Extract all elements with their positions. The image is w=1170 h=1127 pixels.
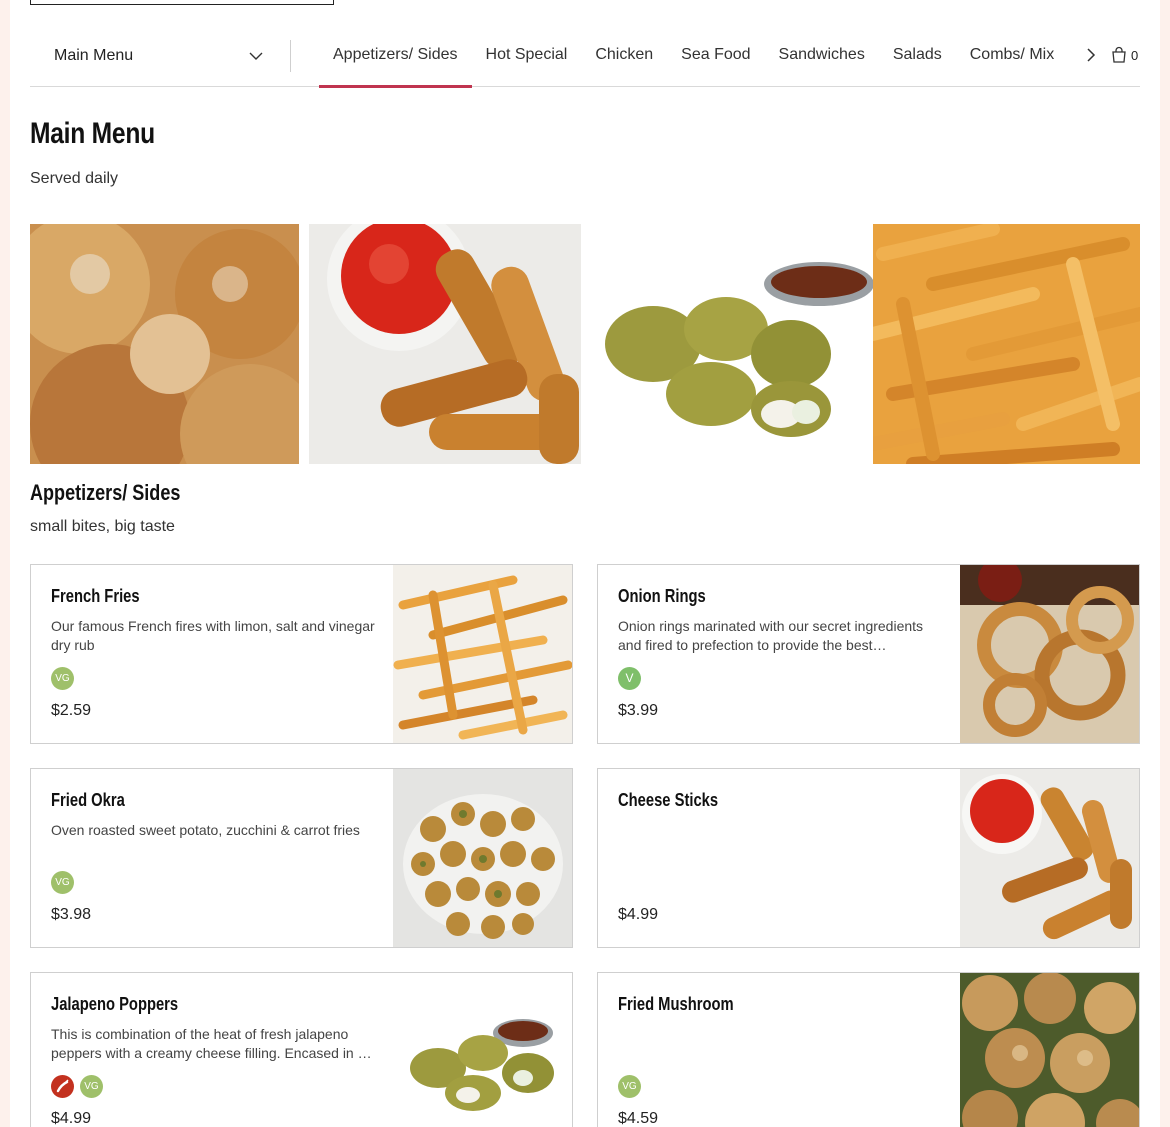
chili-pepper-icon (51, 1075, 74, 1098)
item-price: $3.98 (51, 906, 92, 923)
item-price: $4.99 (51, 1110, 92, 1127)
nav-divider (290, 40, 291, 72)
item-badges: VG (618, 1075, 641, 1098)
item-image (960, 565, 1139, 743)
item-name: Jalapeno Poppers (51, 994, 179, 1014)
item-image (960, 973, 1139, 1127)
menu-item-card[interactable]: Cheese Sticks $4.99 (597, 768, 1140, 948)
menu-selector-dropdown[interactable]: Main Menu (54, 44, 264, 68)
page: Main Menu Appetizers/ Sides Hot Special … (10, 0, 1160, 1127)
menu-navbar: Main Menu Appetizers/ Sides Hot Special … (30, 24, 1140, 88)
menu-selector-label: Main Menu (54, 47, 134, 64)
tab-chicken[interactable]: Chicken (581, 24, 667, 87)
item-name: Cheese Sticks (618, 790, 719, 810)
menu-item-card[interactable]: French Fries Our famous French fires wit… (30, 564, 573, 744)
item-price: $4.99 (618, 906, 659, 923)
item-description: This is combination of the heat of fresh… (51, 1026, 372, 1061)
vegan-badge-icon: VG (80, 1075, 103, 1098)
tab-sandwiches[interactable]: Sandwiches (765, 24, 879, 87)
hero-image-cheese-sticks (309, 224, 581, 464)
item-price: $4.59 (618, 1110, 659, 1127)
header-box (30, 0, 334, 5)
vegetarian-badge-icon: V (618, 667, 641, 690)
item-description: Our famous French fires with limon, salt… (51, 618, 375, 653)
item-image (960, 769, 1139, 947)
item-name: Fried Mushroom (618, 994, 734, 1014)
tab-combs-mix[interactable]: Combs/ Mix (956, 24, 1068, 87)
item-name: French Fries (51, 586, 140, 606)
tab-sea-food[interactable]: Sea Food (667, 24, 764, 87)
chevron-down-icon (249, 52, 263, 60)
section-subtitle: small bites, big taste (30, 518, 175, 535)
hero-image-fried-mushrooms (30, 224, 299, 464)
item-price: $3.99 (618, 702, 659, 719)
vegan-badge-icon: VG (51, 871, 74, 894)
menu-item-card[interactable]: Fried Okra Oven roasted sweet potato, zu… (30, 768, 573, 948)
item-name: Fried Okra (51, 790, 125, 810)
cart-button[interactable]: 0 (1110, 45, 1138, 65)
chevron-right-icon[interactable] (1082, 46, 1100, 64)
item-badges: VG (51, 1075, 103, 1098)
shopping-bag-icon (1112, 46, 1126, 63)
vegan-badge-icon: VG (51, 667, 74, 690)
menu-item-card[interactable]: Onion Rings Onion rings marinated with o… (597, 564, 1140, 744)
item-badges: VG (51, 667, 74, 690)
page-subtitle: Served daily (30, 170, 119, 187)
item-description: Onion rings marinated with our secret in… (618, 618, 924, 653)
tab-hot-special[interactable]: Hot Special (472, 24, 582, 87)
item-image (393, 565, 572, 743)
item-name: Onion Rings (618, 586, 706, 606)
section-title: Appetizers/ Sides (30, 480, 181, 505)
item-image (393, 973, 572, 1127)
menu-item-card[interactable]: Jalapeno Poppers This is combination of … (30, 972, 573, 1127)
menu-item-card[interactable]: Fried Mushroom VG $4.59 (597, 972, 1140, 1127)
hero-image-french-fries (873, 224, 1140, 464)
cart-count: 0 (1131, 47, 1139, 63)
item-badges: V (618, 667, 641, 690)
page-title: Main Menu (30, 117, 155, 150)
section-tabs: Appetizers/ Sides Hot Special Chicken Se… (319, 24, 1068, 88)
item-image (393, 769, 572, 947)
tab-salads[interactable]: Salads (879, 24, 956, 87)
item-badges: VG (51, 871, 74, 894)
item-description: Oven roasted sweet potato, zucchini & ca… (51, 822, 360, 838)
hero-image-jalapeno-poppers (591, 224, 873, 464)
tab-appetizers-sides[interactable]: Appetizers/ Sides (319, 24, 472, 88)
vegan-badge-icon: VG (618, 1075, 641, 1098)
item-price: $2.59 (51, 702, 92, 719)
